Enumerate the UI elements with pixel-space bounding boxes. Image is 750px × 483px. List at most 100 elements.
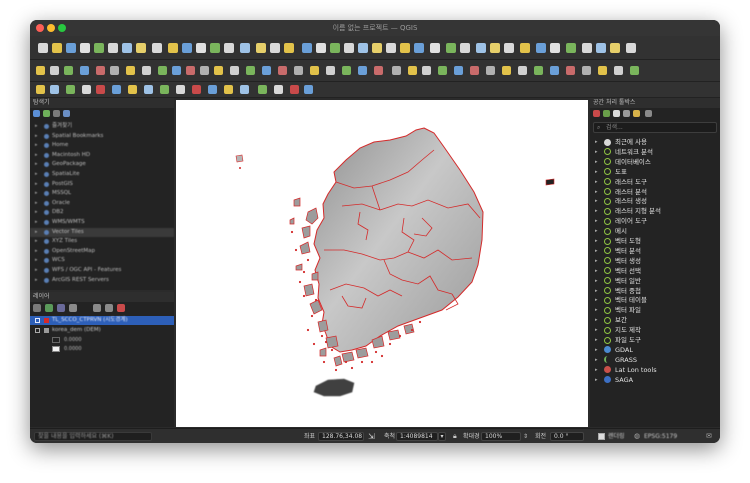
digitizing-tool-icon[interactable]	[186, 66, 195, 75]
toolbox-group[interactable]: ▸ 래스터 생성	[590, 196, 720, 206]
toolbox-group[interactable]: ▸ 벡터 중첩	[590, 286, 720, 296]
scale-field[interactable]: 1:4089814	[396, 432, 438, 441]
expand-arrow-icon[interactable]: ▸	[595, 246, 598, 256]
digitizing-tool-icon[interactable]	[262, 66, 271, 75]
browser-item[interactable]: ▸ Vector Tiles	[30, 227, 174, 237]
layer-tool-icon[interactable]	[176, 85, 185, 94]
project-tool-icon[interactable]	[168, 43, 178, 53]
layer-row-selected[interactable]: TL_SCCO_CTPRVN (시도경계)	[30, 316, 174, 325]
expand-arrow-icon[interactable]: ▸	[595, 236, 598, 246]
project-tool-icon[interactable]	[182, 43, 192, 53]
layer-tool-icon[interactable]	[304, 85, 313, 94]
expand-arrow-icon[interactable]: ▸	[35, 122, 38, 131]
map-canvas[interactable]	[176, 100, 588, 427]
project-tool-icon[interactable]	[536, 43, 546, 53]
project-tool-icon[interactable]	[136, 43, 146, 53]
manage-map-themes-icon[interactable]	[57, 304, 65, 312]
project-tool-icon[interactable]	[430, 43, 440, 53]
project-tool-icon[interactable]	[460, 43, 470, 53]
project-tool-icon[interactable]	[270, 43, 280, 53]
toolbox-group[interactable]: ▸ GDAL	[590, 345, 720, 355]
project-tool-icon[interactable]	[240, 43, 250, 53]
scale-dropdown[interactable]: ▾	[438, 432, 446, 441]
digitizing-tool-icon[interactable]	[454, 66, 463, 75]
digitizing-tool-icon[interactable]	[64, 66, 73, 75]
layer-tool-icon[interactable]	[208, 85, 217, 94]
expand-arrow-icon[interactable]: ▸	[35, 247, 38, 256]
messages-icon[interactable]: ✉	[706, 429, 712, 443]
layer-tool-icon[interactable]	[274, 85, 283, 94]
expand-arrow-icon[interactable]: ▸	[595, 167, 598, 177]
browser-item[interactable]: ▸ GeoPackage	[30, 160, 174, 169]
open-layer-styling-icon[interactable]	[33, 304, 41, 312]
expand-arrow-icon[interactable]: ▸	[35, 276, 38, 285]
project-tool-icon[interactable]	[52, 43, 62, 53]
browser-item[interactable]: ▸ WFS / OGC API - Features	[30, 266, 174, 275]
toolbox-group[interactable]: ▸ 벡터 분석	[590, 246, 720, 256]
toolbox-group[interactable]: ▸ 벡터 선택	[590, 266, 720, 276]
expand-arrow-icon[interactable]: ▸	[35, 228, 38, 237]
project-tool-icon[interactable]	[566, 43, 576, 53]
expand-arrow-icon[interactable]: ▸	[595, 335, 598, 345]
digitizing-tool-icon[interactable]	[246, 66, 255, 75]
project-tool-icon[interactable]	[224, 43, 234, 53]
expand-arrow-icon[interactable]: ▸	[35, 151, 38, 160]
browser-item[interactable]: ▸ ArcGIS REST Servers	[30, 276, 174, 285]
layer-tool-icon[interactable]	[96, 85, 105, 94]
project-tool-icon[interactable]	[66, 43, 76, 53]
expand-arrow-icon[interactable]: ▸	[595, 196, 598, 206]
toolbox-group[interactable]: ▸ 메시	[590, 226, 720, 236]
remove-layer-icon[interactable]	[117, 304, 125, 312]
expand-arrow-icon[interactable]: ▸	[595, 295, 598, 305]
digitizing-tool-icon[interactable]	[326, 66, 335, 75]
magnifier-stepper-icon[interactable]: ⇕	[523, 429, 528, 443]
browser-item[interactable]: ▸ PostGIS	[30, 180, 174, 189]
digitizing-tool-icon[interactable]	[278, 66, 287, 75]
digitizing-tool-icon[interactable]	[310, 66, 319, 75]
properties-icon[interactable]	[63, 110, 70, 117]
expand-arrow-icon[interactable]: ▸	[595, 147, 598, 157]
expand-arrow-icon[interactable]: ▸	[35, 132, 38, 141]
expand-arrow-icon[interactable]: ▸	[35, 141, 38, 150]
history-icon[interactable]	[613, 110, 620, 117]
browser-item[interactable]: ▸ WCS	[30, 256, 174, 265]
browser-item[interactable]: ▸ 즐겨찾기	[30, 122, 174, 131]
expand-arrow-icon[interactable]: ▸	[35, 170, 38, 179]
digitizing-tool-icon[interactable]	[126, 66, 135, 75]
digitizing-tool-icon[interactable]	[294, 66, 303, 75]
digitizing-tool-icon[interactable]	[550, 66, 559, 75]
digitizing-tool-icon[interactable]	[438, 66, 447, 75]
project-tool-icon[interactable]	[386, 43, 396, 53]
options-icon[interactable]	[645, 110, 652, 117]
expand-arrow-icon[interactable]: ▸	[595, 206, 598, 216]
project-tool-icon[interactable]	[196, 43, 206, 53]
project-tool-icon[interactable]	[490, 43, 500, 53]
expand-arrow-icon[interactable]: ▸	[35, 199, 38, 208]
digitizing-tool-icon[interactable]	[422, 66, 431, 75]
toggle-extents-icon[interactable]: ⇲	[368, 429, 375, 443]
layer-row[interactable]: korea_dem (DEM)	[30, 326, 174, 335]
expand-arrow-icon[interactable]: ▸	[595, 266, 598, 276]
expand-arrow-icon[interactable]: ▸	[595, 365, 598, 375]
digitizing-tool-icon[interactable]	[598, 66, 607, 75]
digitizing-tool-icon[interactable]	[342, 66, 351, 75]
project-tool-icon[interactable]	[414, 43, 424, 53]
digitizing-tool-icon[interactable]	[502, 66, 511, 75]
layer-tool-icon[interactable]	[66, 85, 75, 94]
lock-scale-icon[interactable]: 🔒︎	[453, 429, 457, 443]
digitizing-tool-icon[interactable]	[470, 66, 479, 75]
project-tool-icon[interactable]	[504, 43, 514, 53]
toolbox-group[interactable]: ▸ 지도 제작	[590, 325, 720, 335]
expand-arrow-icon[interactable]: ▸	[595, 177, 598, 187]
expand-arrow-icon[interactable]: ▸	[35, 189, 38, 198]
filter-icon[interactable]	[43, 110, 50, 117]
toolbox-group[interactable]: ▸ 벡터 생성	[590, 256, 720, 266]
expand-arrow-icon[interactable]: ▸	[595, 345, 598, 355]
digitizing-tool-icon[interactable]	[158, 66, 167, 75]
toolbox-group[interactable]: ▸ Lat Lon tools	[590, 365, 720, 375]
toolbox-group[interactable]: ▸ 데이터베이스	[590, 157, 720, 167]
digitizing-tool-icon[interactable]	[534, 66, 543, 75]
digitizing-tool-icon[interactable]	[358, 66, 367, 75]
browser-item[interactable]: ▸ Home	[30, 141, 174, 150]
layer-visibility-checkbox[interactable]	[35, 318, 40, 323]
